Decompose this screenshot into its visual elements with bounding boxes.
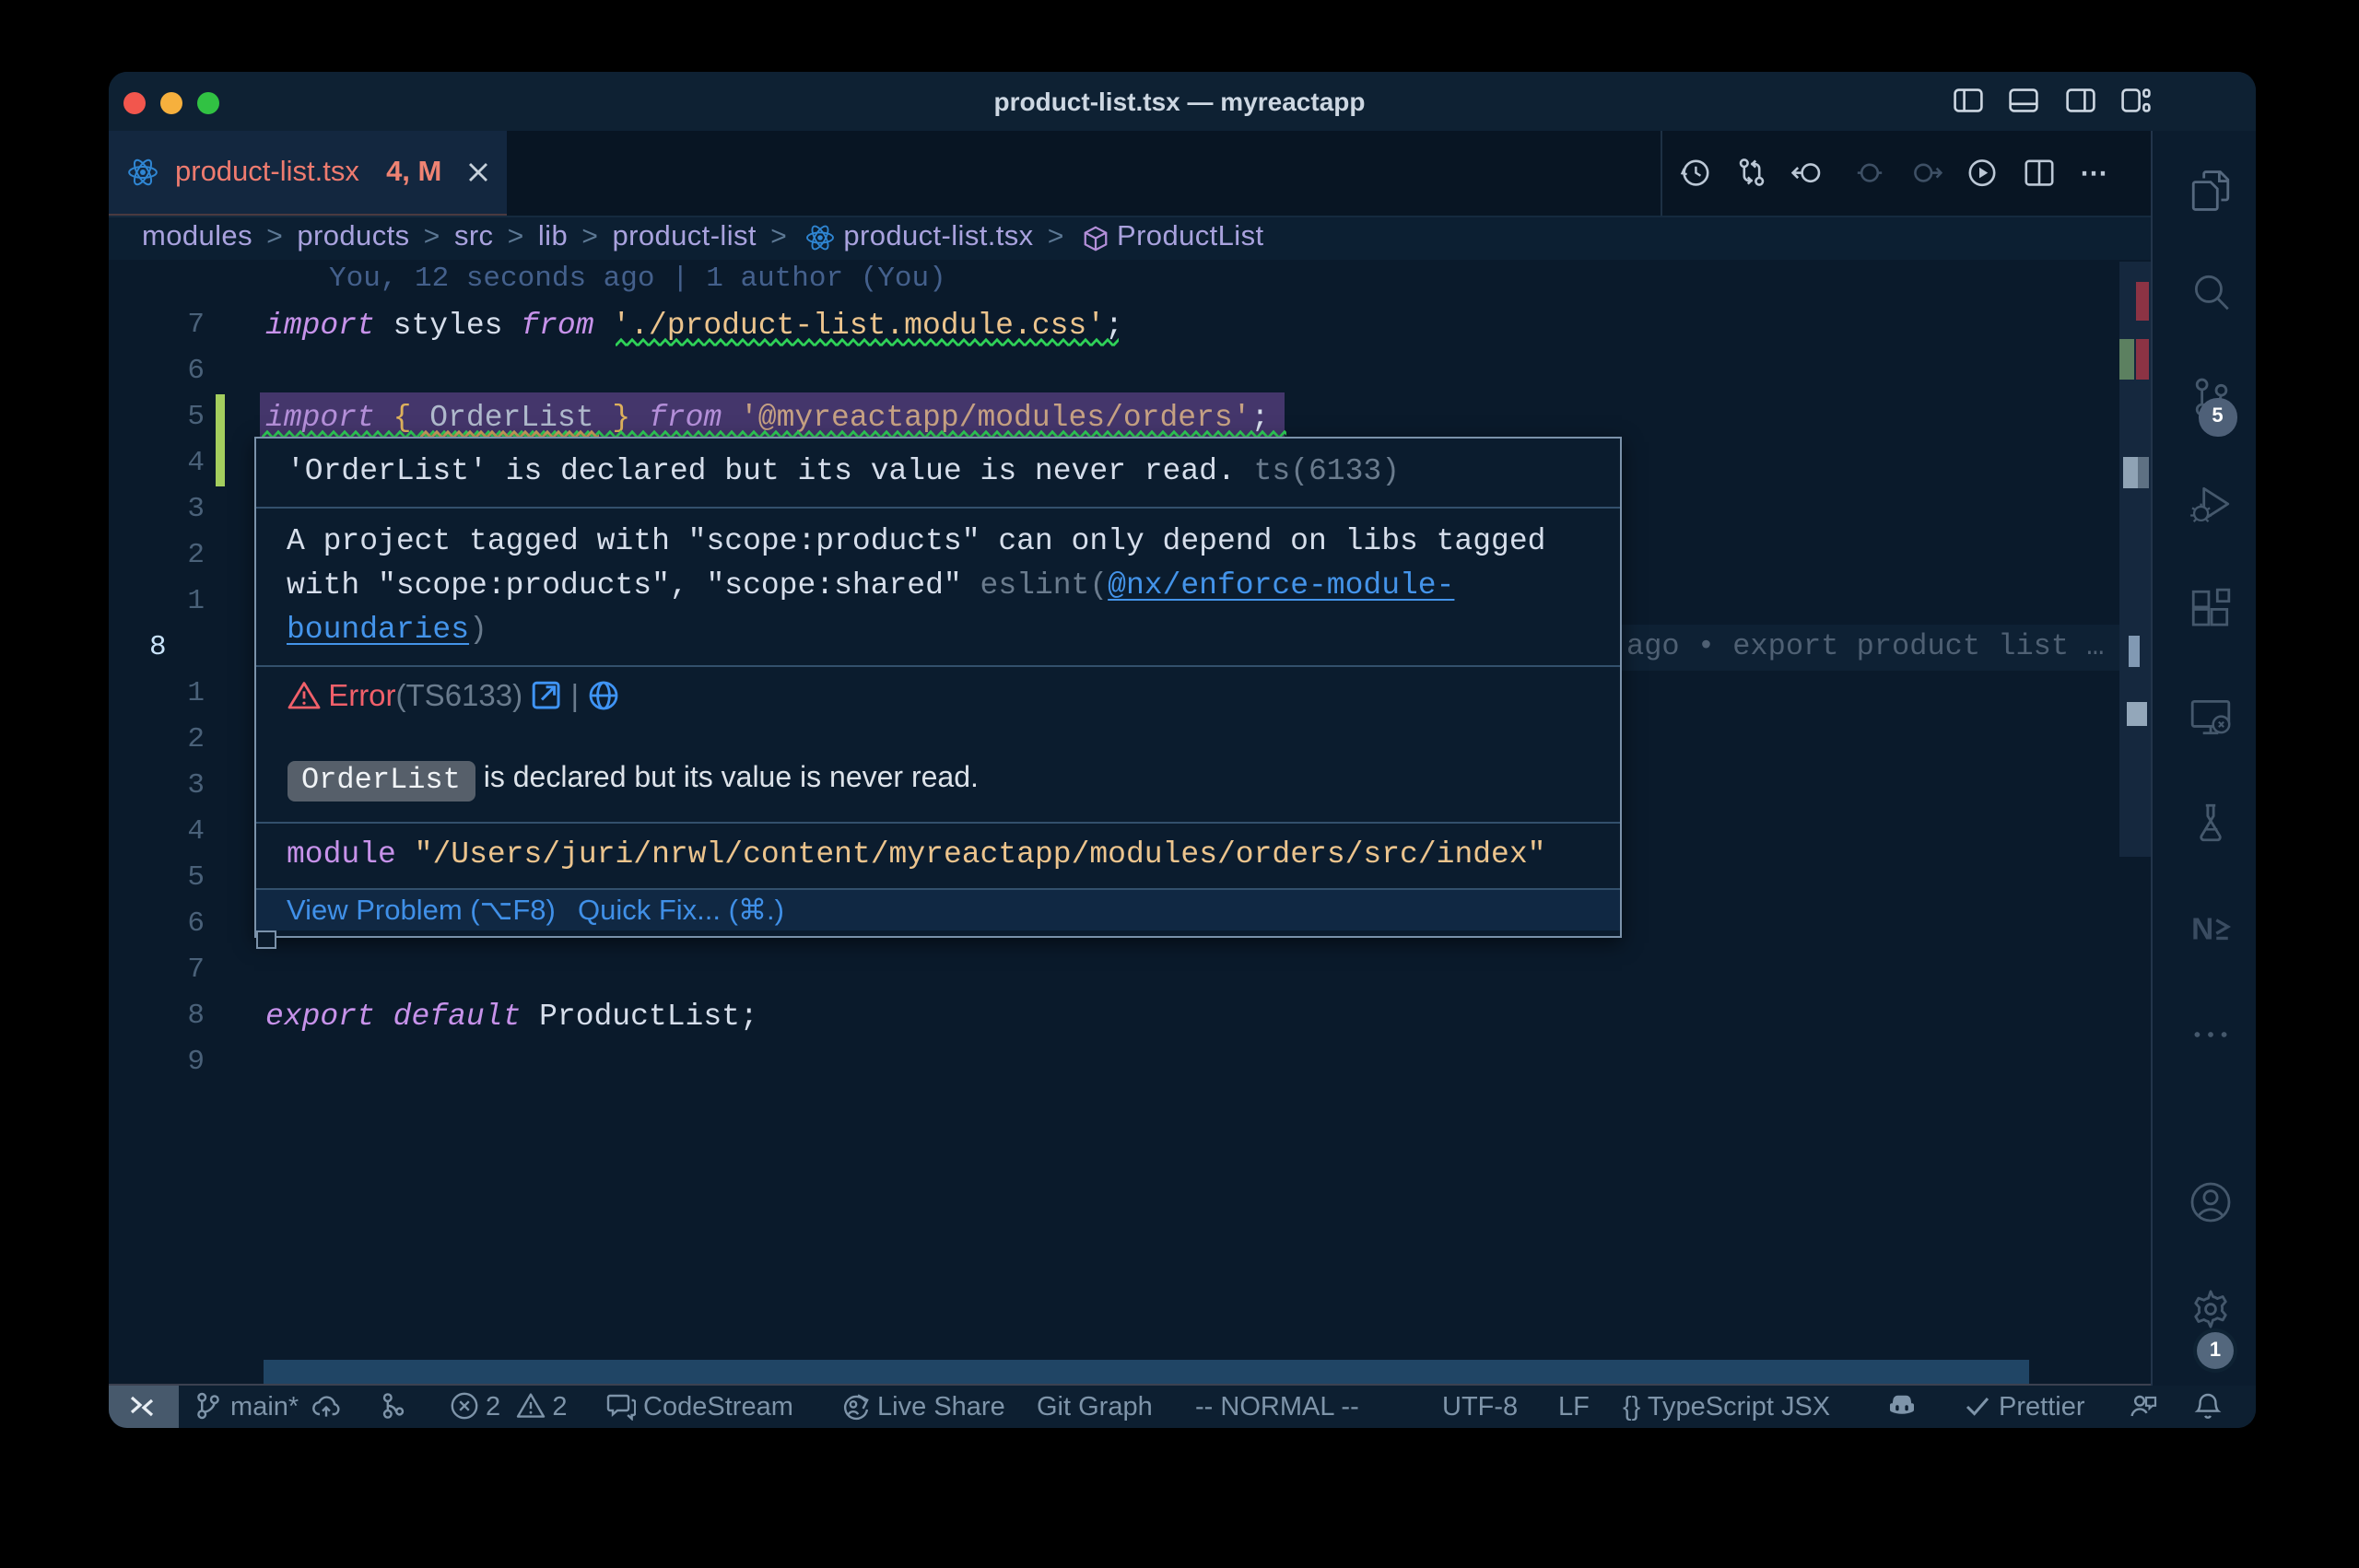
svg-text:N: N: [2190, 913, 2212, 947]
